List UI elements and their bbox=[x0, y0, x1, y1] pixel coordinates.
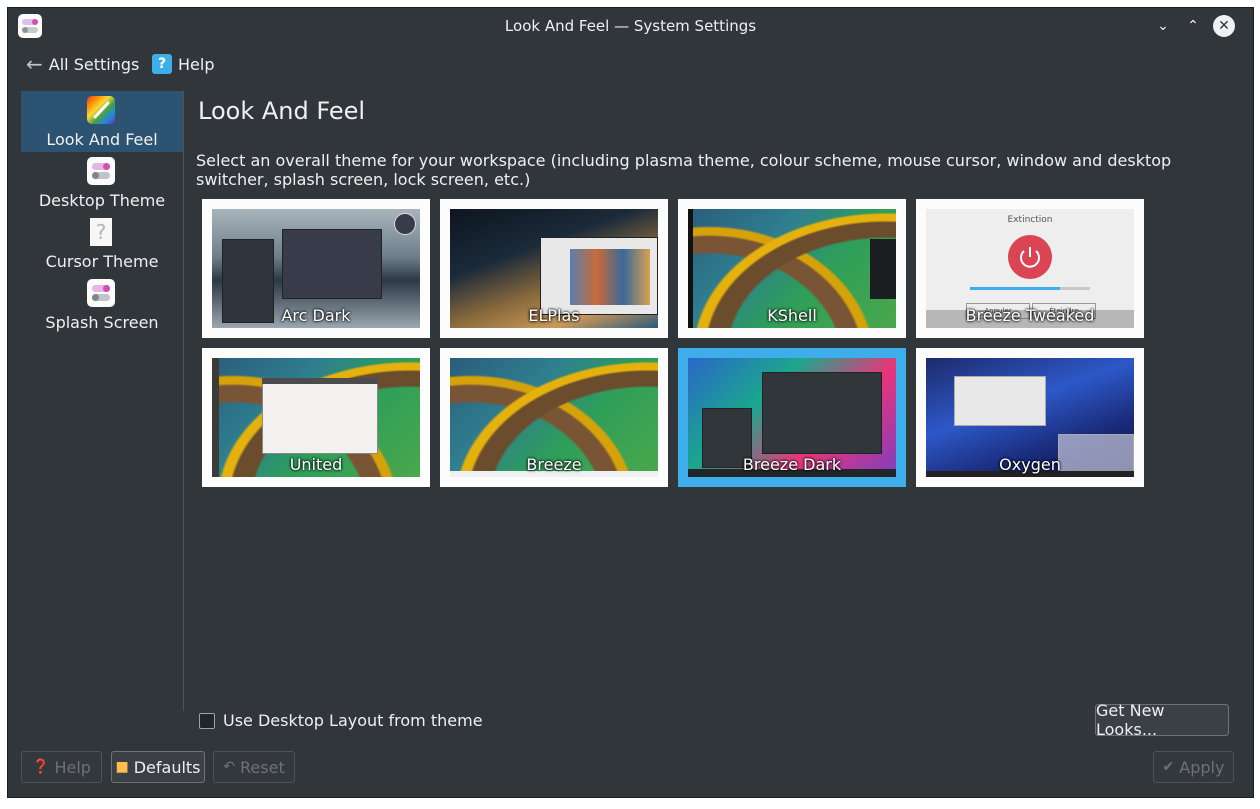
theme-name: Breeze bbox=[526, 455, 582, 474]
toggle-switch-icon bbox=[87, 157, 115, 185]
all-settings-button[interactable]: ← All Settings bbox=[26, 52, 139, 76]
help-button[interactable]: ? Help bbox=[152, 52, 214, 76]
footer-help-label: Help bbox=[54, 757, 91, 777]
get-new-looks-button[interactable]: Get New Looks... bbox=[1095, 701, 1229, 739]
toolbar: ← All Settings ? Help bbox=[8, 48, 1253, 80]
help-icon: ? bbox=[152, 54, 172, 74]
theme-name: Breeze Tweaked bbox=[965, 306, 1095, 325]
defaults-icon: ■ bbox=[115, 759, 129, 775]
window-title: Look And Feel — System Settings bbox=[504, 17, 757, 35]
preview-title-text: Extinction bbox=[1007, 215, 1053, 225]
apply-label: Apply bbox=[1179, 757, 1225, 777]
theme-thumbnail-elplas[interactable]: ELPlas bbox=[440, 199, 668, 338]
page-description: Select an overall theme for your workspa… bbox=[196, 151, 1172, 189]
title-bar[interactable]: Look And Feel — System Settings ⌄ ⌃ ✕ bbox=[8, 8, 1253, 44]
sidebar-item-label: Cursor Theme bbox=[45, 252, 159, 271]
undo-icon: ↶ bbox=[223, 759, 236, 775]
defaults-button[interactable]: ■ Defaults bbox=[111, 751, 205, 783]
theme-thumbnail-breeze-tweaked[interactable]: Extinction Annuler Éteindre Breeze Tweak… bbox=[916, 199, 1144, 338]
sidebar: Look And Feel Desktop Theme ? Cursor The… bbox=[21, 91, 184, 711]
sidebar-item-splash-screen[interactable]: Splash Screen bbox=[21, 274, 183, 335]
theme-name: Breeze Dark bbox=[742, 455, 842, 474]
theme-name: Arc Dark bbox=[281, 306, 351, 325]
theme-thumbnail-kshell[interactable]: KShell bbox=[678, 199, 906, 338]
theme-thumbnail-oxygen[interactable]: Oxygen bbox=[916, 348, 1144, 487]
reset-button[interactable]: ↶ Reset bbox=[213, 751, 295, 783]
toggle-switch-icon bbox=[87, 279, 115, 307]
sidebar-item-label: Look And Feel bbox=[46, 130, 158, 149]
paintbrush-palette-icon bbox=[87, 96, 115, 124]
back-arrow-icon: ← bbox=[26, 52, 43, 76]
checkmark-icon: ✔ bbox=[1162, 759, 1175, 775]
theme-name: ELPlas bbox=[528, 306, 580, 325]
theme-name: United bbox=[289, 455, 343, 474]
help-label: Help bbox=[178, 54, 215, 74]
theme-thumbnail-arc-dark[interactable]: Arc Dark bbox=[202, 199, 430, 338]
theme-thumbnail-united[interactable]: United bbox=[202, 348, 430, 487]
system-settings-window: Look And Feel — System Settings ⌄ ⌃ ✕ ← … bbox=[7, 7, 1254, 798]
theme-thumbnail-breeze-dark[interactable]: Breeze Dark bbox=[678, 348, 906, 487]
sidebar-item-desktop-theme[interactable]: Desktop Theme bbox=[21, 152, 183, 213]
maximize-icon[interactable]: ⌃ bbox=[1182, 15, 1204, 37]
footer-help-button[interactable]: ❓ Help bbox=[21, 751, 102, 783]
power-icon bbox=[1008, 235, 1052, 279]
theme-thumbnail-breeze[interactable]: Breeze bbox=[440, 348, 668, 487]
theme-name: Oxygen bbox=[999, 455, 1061, 474]
sidebar-item-label: Splash Screen bbox=[45, 313, 159, 332]
help-icon: ❓ bbox=[32, 759, 50, 775]
theme-name: KShell bbox=[767, 306, 817, 325]
sidebar-item-look-and-feel[interactable]: Look And Feel bbox=[21, 91, 183, 152]
desktop-layout-checkbox-row[interactable]: Use Desktop Layout from theme bbox=[199, 711, 483, 730]
page-title: Look And Feel bbox=[198, 97, 366, 125]
reset-label: Reset bbox=[240, 757, 285, 777]
defaults-label: Defaults bbox=[133, 757, 201, 777]
apply-button[interactable]: ✔ Apply bbox=[1153, 751, 1234, 783]
minimize-icon[interactable]: ⌄ bbox=[1152, 15, 1174, 37]
close-icon[interactable]: ✕ bbox=[1213, 15, 1235, 37]
unknown-cursor-icon: ? bbox=[90, 218, 112, 246]
desktop-layout-checkbox[interactable] bbox=[199, 712, 215, 729]
sidebar-item-label: Desktop Theme bbox=[38, 191, 166, 210]
all-settings-label: All Settings bbox=[48, 54, 140, 74]
sidebar-item-cursor-theme[interactable]: ? Cursor Theme bbox=[21, 213, 183, 274]
desktop-layout-checkbox-label: Use Desktop Layout from theme bbox=[223, 711, 483, 730]
